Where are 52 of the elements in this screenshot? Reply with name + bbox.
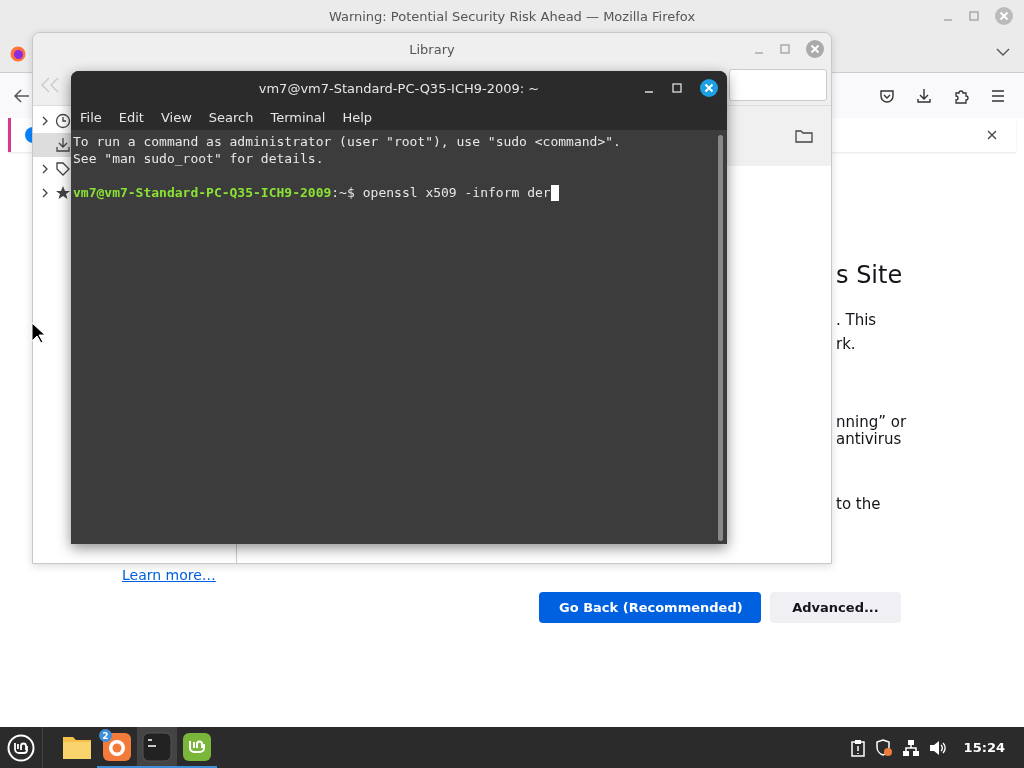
download-icon[interactable]: [916, 87, 932, 104]
search-field[interactable]: [729, 69, 827, 101]
output-line: See "man sudo_root" for details.: [73, 150, 324, 167]
star-icon: [55, 185, 71, 201]
scrollbar[interactable]: [718, 135, 723, 541]
browser-icon: [102, 731, 132, 762]
chevron-right-icon[interactable]: [41, 164, 49, 174]
browser-logo-icon[interactable]: [10, 46, 26, 62]
paragraph-text: . This: [836, 310, 878, 331]
paragraph-text: nning” or: [836, 414, 907, 431]
mint-icon: [182, 731, 212, 762]
menu-item[interactable]: Terminal: [270, 110, 326, 125]
volume-icon[interactable]: [928, 738, 947, 757]
paragraph-text: to the: [836, 496, 882, 513]
prompt-user: vm7@vm7-Standard-PC-Q35-ICH9-2009: [73, 184, 332, 201]
clock-icon: [55, 113, 71, 129]
puzzle-icon[interactable]: [953, 87, 969, 104]
pocket-icon[interactable]: [879, 87, 895, 104]
page-heading: s Site: [836, 260, 904, 290]
folder-icon[interactable]: [795, 128, 813, 144]
chevron-right-icon[interactable]: [41, 116, 49, 126]
chevron-down-icon[interactable]: [996, 47, 1010, 57]
learn-more-link[interactable]: Learn more…: [122, 567, 216, 583]
paragraph-text: antivirus: [836, 431, 903, 448]
clock[interactable]: 15:24: [963, 740, 1005, 755]
advanced-button[interactable]: Advanced...: [770, 592, 901, 623]
menu-item[interactable]: Edit: [118, 110, 144, 125]
menu-item[interactable]: Search: [208, 110, 254, 125]
start-menu-icon[interactable]: [7, 733, 35, 762]
go-back-button[interactable]: Go Back (Recommended): [539, 592, 761, 623]
close-icon[interactable]: [986, 129, 998, 141]
back-arrow-icon[interactable]: [14, 88, 30, 103]
output-line: To run a command as administrator (user "root"), use "sudo <command>".: [73, 133, 621, 150]
window-title: vm7@vm7-Standard-PC-Q35-ICH9-2009: ~: [258, 80, 540, 96]
notification-count: 2: [99, 729, 112, 742]
close-icon[interactable]: [699, 78, 719, 98]
text-cursor: [550, 184, 559, 201]
menu-item[interactable]: File: [80, 110, 102, 125]
chevron-right-icon[interactable]: [41, 188, 49, 198]
window-title: Library: [409, 41, 455, 57]
paragraph-text: rk.: [836, 334, 857, 355]
tag-icon: [55, 161, 71, 177]
clipboard-icon[interactable]: [849, 738, 866, 757]
menu-item[interactable]: Help: [342, 110, 373, 125]
prompt-path: :~$: [331, 184, 355, 201]
terminal-icon: [142, 731, 172, 762]
menu-icon[interactable]: [990, 88, 1006, 103]
window-title: Warning: Potential Security Risk Ahead — Mozilla Firefox: [328, 8, 696, 24]
menu-item[interactable]: View: [160, 110, 192, 125]
shield-icon[interactable]: [874, 738, 893, 757]
command-text: openssl x509 -inform der: [362, 184, 551, 201]
network-icon[interactable]: [901, 738, 920, 757]
